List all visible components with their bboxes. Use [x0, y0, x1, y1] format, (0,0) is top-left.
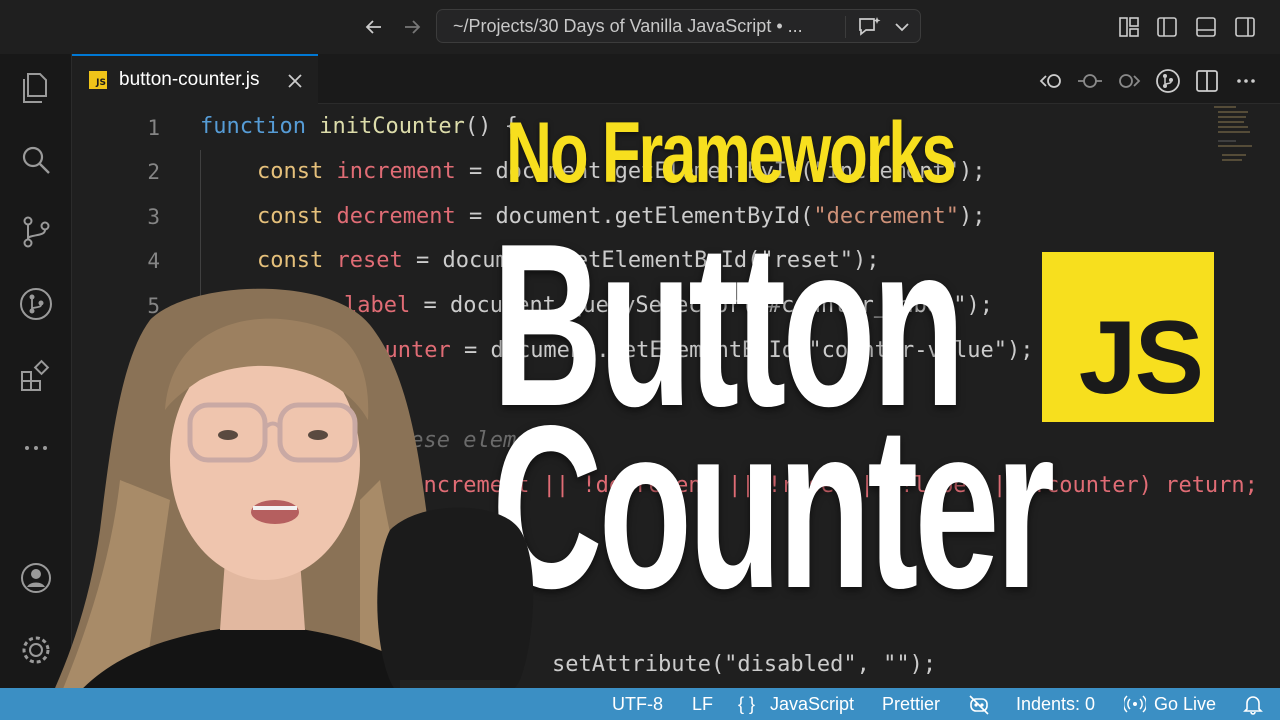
status-prettier[interactable]: Prettier [882, 694, 940, 715]
status-go-live[interactable]: Go Live [1154, 694, 1216, 715]
variable-name: increment [336, 159, 456, 184]
more-actions-icon[interactable] [1233, 68, 1259, 94]
line-number: 3 [147, 205, 160, 229]
presenter-illustration [40, 288, 534, 720]
code-line-1: function initCounter() { [200, 114, 518, 139]
javascript-logo-text: JS [1078, 300, 1204, 416]
forward-arrow-icon[interactable] [399, 14, 425, 40]
split-editor-icon[interactable] [1194, 68, 1220, 94]
chevron-down-icon[interactable] [893, 17, 911, 37]
minimap[interactable] [1214, 104, 1254, 174]
command-center-text: ~/Projects/30 Days of Vanilla JavaScript… [453, 15, 803, 36]
timeline-next-icon[interactable] [1116, 68, 1142, 94]
tab-filename: button-counter.js [119, 69, 260, 90]
back-arrow-icon[interactable] [361, 14, 387, 40]
broadcast-icon [1124, 695, 1146, 713]
timeline-current-icon[interactable] [1077, 68, 1103, 94]
keyword-const: const [257, 248, 324, 273]
notifications-bell-icon[interactable] [1242, 693, 1264, 715]
code-punctuation: ); [959, 204, 986, 229]
javascript-logo: JS [1042, 252, 1214, 422]
editor-tab-bar: JS button-counter.js [72, 54, 1280, 104]
customize-layout-icon[interactable] [1117, 15, 1141, 39]
command-center[interactable]: ~/Projects/30 Days of Vanilla JavaScript… [436, 9, 921, 43]
tab-button-counter-js[interactable]: JS button-counter.js [72, 54, 318, 104]
copilot-icon[interactable] [968, 693, 990, 715]
status-encoding[interactable]: UTF-8 [612, 694, 663, 715]
status-end-of-line[interactable]: LF [692, 694, 713, 715]
line-number: 1 [147, 116, 160, 140]
keyword-const: const [257, 204, 324, 229]
language-braces-icon: { } [738, 694, 756, 714]
source-control-icon[interactable] [18, 214, 54, 250]
status-indents[interactable]: Indents: 0 [1016, 694, 1095, 715]
toggle-panel-icon[interactable] [1194, 15, 1218, 39]
variable-name: decrement [336, 204, 456, 229]
toggle-secondary-sidebar-icon[interactable] [1233, 15, 1257, 39]
function-name: initCounter [319, 114, 465, 139]
chat-sparkle-icon[interactable] [857, 15, 883, 39]
line-number: 4 [147, 249, 160, 273]
status-bar: UTF-8 LF { } JavaScript Prettier Indents… [0, 688, 1280, 720]
status-language-mode[interactable]: JavaScript [770, 694, 854, 715]
command-center-divider [845, 16, 846, 38]
line-number: 2 [147, 160, 160, 184]
presenter-webcam [0, 280, 640, 720]
headline-no-frameworks: No Frameworks [506, 105, 957, 201]
keyword-function: function [200, 114, 306, 139]
keyword-const: const [257, 159, 324, 184]
toggle-primary-sidebar-icon[interactable] [1155, 15, 1179, 39]
title-bar: ~/Projects/30 Days of Vanilla JavaScript… [0, 0, 1280, 54]
javascript-file-icon: JS [89, 71, 107, 89]
search-icon[interactable] [18, 142, 54, 178]
variable-name: reset [336, 248, 403, 273]
timeline-previous-icon[interactable] [1038, 68, 1064, 94]
close-icon[interactable] [284, 70, 306, 92]
explorer-files-icon[interactable] [18, 70, 54, 106]
git-compare-icon[interactable] [1155, 68, 1181, 94]
